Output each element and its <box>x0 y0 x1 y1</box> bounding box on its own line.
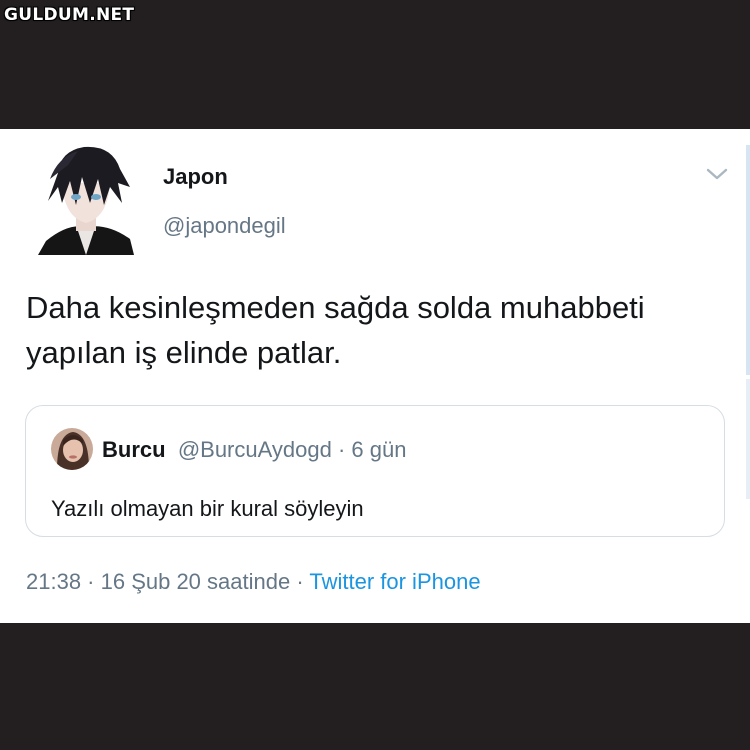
tweet-timestamp[interactable]: 21:38 · 16 Şub 20 saatinde <box>26 569 290 594</box>
author-handle[interactable]: @japondegil <box>163 213 286 239</box>
quoted-tweet-text: Yazılı olmayan bir kural söyleyin <box>51 496 364 521</box>
quoted-author-handle[interactable]: @BurcuAydogd <box>172 437 332 462</box>
quoted-author-name[interactable]: Burcu <box>102 437 166 462</box>
quoted-tweet-header: Burcu @BurcuAydogd · 6 gün <box>102 437 406 463</box>
meta-separator: · <box>290 569 310 594</box>
quoted-tweet-age[interactable]: 6 gün <box>351 437 406 462</box>
tweet-meta: 21:38 · 16 Şub 20 saatinde · Twitter for… <box>26 569 481 595</box>
author-avatar[interactable] <box>38 143 134 255</box>
chevron-down-icon[interactable] <box>704 165 730 183</box>
tweet-text: Daha kesinleşmeden sağda solda muhabbeti… <box>26 290 645 370</box>
quoted-separator: · <box>331 437 352 462</box>
anime-avatar-image <box>38 146 134 255</box>
quoted-tweet[interactable]: Burcu @BurcuAydogd · 6 gün Yazılı olmaya… <box>25 405 725 537</box>
scrollbar-indicator <box>746 145 750 375</box>
site-watermark: GULDUM.NET <box>4 5 135 25</box>
scrollbar-track <box>746 379 750 499</box>
author-name[interactable]: Japon <box>163 164 228 190</box>
tweet-source-link[interactable]: Twitter for iPhone <box>309 569 480 594</box>
quoted-author-avatar[interactable] <box>51 428 93 470</box>
profile-photo-image <box>51 428 93 470</box>
tweet-card: Japon @japondegil Daha kesinleşmeden sağ… <box>0 129 750 623</box>
